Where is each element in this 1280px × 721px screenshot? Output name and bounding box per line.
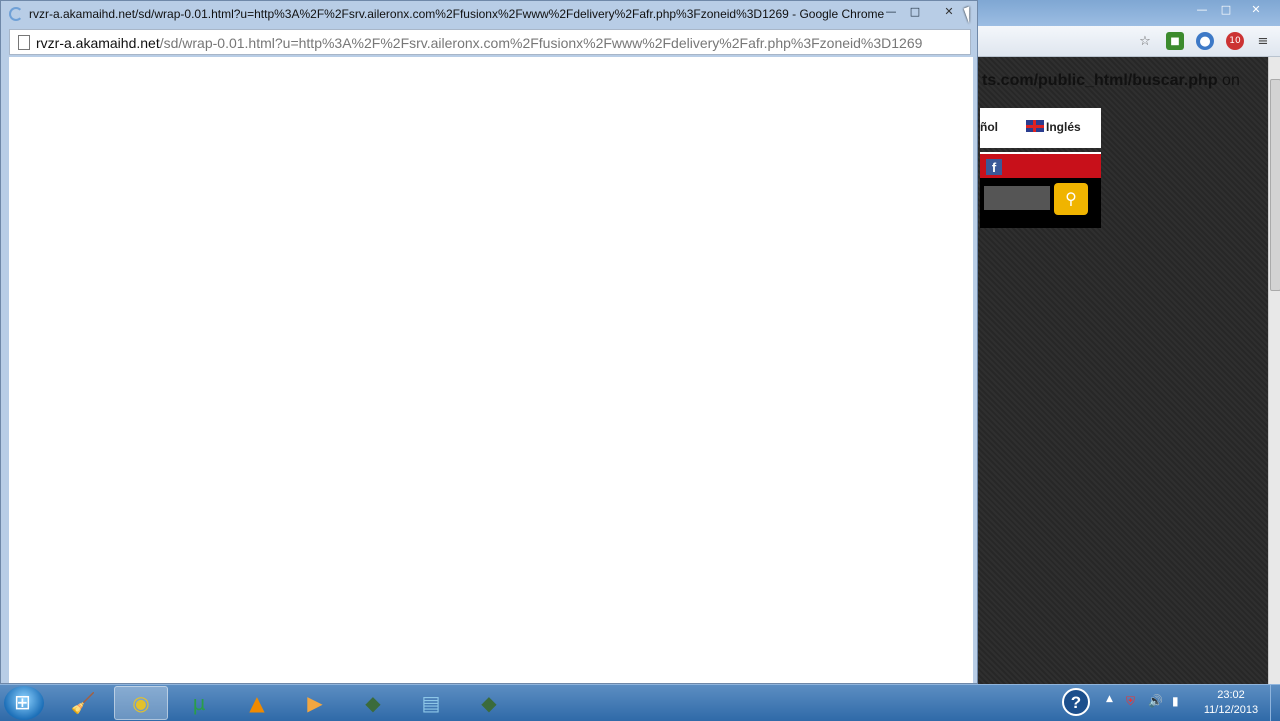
background-url-fragment: ts.com/public_html/buscar.php bbox=[982, 72, 1218, 89]
extension-icon-2[interactable]: ● bbox=[1196, 32, 1214, 50]
url-host: rvzr-a.akamaihd.net bbox=[36, 35, 160, 51]
taskbar-game-app-button[interactable]: ◆ bbox=[346, 686, 400, 720]
search-input[interactable] bbox=[984, 186, 1050, 210]
utorrent-icon: µ bbox=[192, 691, 206, 715]
taskbar-game-app-2-button[interactable]: ◆ bbox=[462, 686, 516, 720]
game-app-2-icon: ◆ bbox=[481, 691, 497, 715]
tray-expand-arrow-icon[interactable]: ▲ bbox=[1106, 694, 1113, 704]
search-button[interactable]: ⚲ bbox=[1054, 183, 1088, 215]
url-path: /sd/wrap-0.01.html?u=http%3A%2F%2Fsrv.ai… bbox=[159, 35, 923, 51]
popup-page-content[interactable] bbox=[9, 57, 973, 683]
page-icon bbox=[18, 35, 30, 50]
shield-icon[interactable]: ⛨ bbox=[1126, 694, 1135, 709]
lang-english-link[interactable]: Inglés bbox=[1026, 120, 1081, 134]
background-scrollbar[interactable] bbox=[1268, 57, 1280, 684]
facebook-icon[interactable]: f bbox=[986, 159, 1002, 175]
notepad-icon: ▤ bbox=[421, 691, 441, 715]
scrollbar-thumb[interactable] bbox=[1270, 79, 1280, 291]
popup-window-title: rvzr-a.akamaihd.net/sd/wrap-0.01.html?u=… bbox=[29, 7, 885, 21]
network-signal-icon[interactable]: ▮ bbox=[1172, 694, 1179, 708]
game-app-icon: ◆ bbox=[365, 691, 381, 715]
taskbar-media-player-button[interactable]: ▶ bbox=[288, 686, 342, 720]
show-desktop-button[interactable] bbox=[1270, 685, 1280, 721]
taskbar: 🧹 ◉ µ ▲ ▶ ◆ ▤ ◆ ? ▲ ⛨ 🔊 ▮ 23:02 11/12/2013 bbox=[0, 684, 1280, 721]
taskbar-notepad-button[interactable]: ▤ bbox=[404, 686, 458, 720]
background-close-button[interactable]: ✕ bbox=[1240, 2, 1272, 16]
background-url-suffix: on bbox=[1222, 72, 1240, 89]
popup-window-controls: — □ ✕ bbox=[879, 3, 971, 19]
chrome-icon: ◉ bbox=[132, 691, 150, 715]
uk-flag-icon bbox=[1026, 120, 1044, 132]
clock-date: 11/12/2013 bbox=[1203, 704, 1259, 716]
extension-icon[interactable]: ■ bbox=[1166, 32, 1184, 50]
clock-time: 23:02 bbox=[1217, 689, 1245, 701]
media-player-icon: ▶ bbox=[307, 691, 323, 715]
popup-address-bar[interactable]: rvzr-a.akamaihd.net/sd/wrap-0.01.html?u=… bbox=[9, 29, 971, 55]
popup-maximize-button[interactable]: □ bbox=[903, 3, 927, 19]
search-row: ⚲ bbox=[980, 178, 1101, 228]
system-clock[interactable]: 23:02 11/12/2013 bbox=[1196, 688, 1266, 718]
taskbar-chrome-button[interactable]: ◉ bbox=[114, 686, 168, 720]
popup-minimize-button[interactable]: — bbox=[879, 3, 903, 19]
taskbar-vlc-button[interactable]: ▲ bbox=[230, 686, 284, 720]
lang-english-label: Inglés bbox=[1046, 120, 1081, 134]
lang-spanish-link[interactable]: ñol bbox=[980, 120, 998, 134]
taskbar-utorrent-button[interactable]: µ bbox=[172, 686, 226, 720]
background-maximize-button[interactable]: □ bbox=[1216, 2, 1236, 16]
background-page-url-text: ts.com/public_html/buscar.php on bbox=[982, 72, 1240, 90]
background-toolbar: ☆ ■ ● 10 ≡ bbox=[978, 26, 1280, 57]
loading-favicon-icon bbox=[9, 7, 23, 21]
help-icon[interactable]: ? bbox=[1062, 688, 1090, 716]
vlc-icon: ▲ bbox=[249, 691, 265, 715]
social-bar: f bbox=[980, 152, 1101, 180]
adblock-icon[interactable]: 10 bbox=[1226, 32, 1244, 50]
popup-url[interactable]: rvzr-a.akamaihd.net/sd/wrap-0.01.html?u=… bbox=[36, 35, 922, 51]
language-bar: ñol Inglés bbox=[980, 108, 1101, 148]
volume-icon[interactable]: 🔊 bbox=[1148, 694, 1163, 708]
search-icon: ⚲ bbox=[1065, 189, 1077, 208]
background-minimize-button[interactable]: — bbox=[1192, 2, 1212, 16]
chrome-menu-icon[interactable]: ≡ bbox=[1254, 32, 1272, 50]
background-window-controls: — □ ✕ bbox=[1192, 2, 1272, 16]
start-button[interactable] bbox=[4, 686, 44, 720]
popup-browser-window: rvzr-a.akamaihd.net/sd/wrap-0.01.html?u=… bbox=[0, 0, 978, 684]
cleaner-app-icon: 🧹 bbox=[70, 691, 96, 715]
taskbar-cleaner-app-button[interactable]: 🧹 bbox=[56, 686, 110, 720]
bookmark-star-icon[interactable]: ☆ bbox=[1136, 32, 1154, 50]
